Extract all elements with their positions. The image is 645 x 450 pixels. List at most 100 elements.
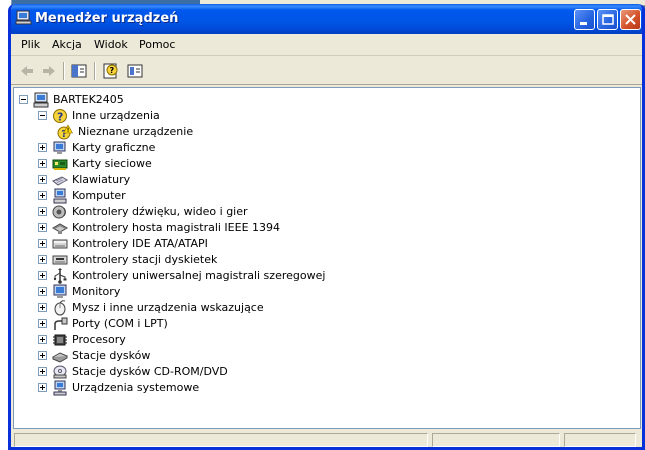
- tree-root-label: BARTEK2405: [53, 93, 124, 106]
- close-icon: [625, 14, 636, 25]
- expand-icon[interactable]: [38, 351, 47, 360]
- status-pane-2: [432, 433, 560, 447]
- expand-icon[interactable]: [38, 159, 47, 168]
- expand-icon[interactable]: [38, 383, 47, 392]
- device-tree-panel[interactable]: BARTEK2405 ? Inne urządzenia? Nieznane urz…: [13, 87, 641, 429]
- tree-category[interactable]: ? Inne urządzenia: [38, 108, 438, 124]
- tree-item-label: Kontrolery stacji dyskietek: [72, 253, 218, 266]
- toolbar-separator: [63, 62, 65, 80]
- maximize-icon: [602, 14, 614, 25]
- toolbar-separator: [94, 62, 96, 80]
- expand-icon[interactable]: [38, 287, 47, 296]
- sound-icon: [52, 205, 66, 219]
- tree-item-label: Karty sieciowe: [72, 157, 152, 170]
- close-button[interactable]: [620, 9, 641, 30]
- tree-category[interactable]: Stacje dysków: [38, 348, 438, 364]
- expand-icon[interactable]: [38, 319, 47, 328]
- tree-category[interactable]: Stacje dysków CD-ROM/DVD: [38, 364, 438, 380]
- tree-category[interactable]: Kontrolery IDE ATA/ATAPI: [38, 236, 438, 252]
- tree-category[interactable]: Karty sieciowe: [38, 156, 438, 172]
- tree-category[interactable]: Karty graficzne: [38, 140, 438, 156]
- keyboard-icon: [52, 176, 68, 186]
- tree-item-label: Kontrolery IDE ATA/ATAPI: [72, 237, 208, 250]
- svg-text:?: ?: [110, 66, 115, 75]
- tree-category[interactable]: Kontrolery dźwięku, wideo i gier: [38, 204, 438, 220]
- svg-text:?: ?: [57, 111, 63, 124]
- show-hide-tree-icon[interactable]: [69, 62, 89, 80]
- tree-item-label: Nieznane urządzenie: [78, 125, 194, 138]
- collapse-icon[interactable]: [19, 95, 28, 104]
- usb-icon: [53, 268, 67, 284]
- menu-bar: Plik Akcja Widok Pomoc: [11, 34, 642, 56]
- tree-category[interactable]: Komputer: [38, 188, 438, 204]
- tree-item-label: Klawiatury: [72, 173, 131, 186]
- system-devices-icon: [53, 380, 67, 396]
- tree-root[interactable]: BARTEK2405: [19, 92, 219, 108]
- floppy-controller-icon: [52, 255, 68, 265]
- menu-help[interactable]: Pomoc: [139, 38, 175, 51]
- expand-icon[interactable]: [38, 223, 47, 232]
- tree-category[interactable]: Kontrolery uniwersalnej magistrali szere…: [38, 268, 438, 284]
- tree-category[interactable]: Kontrolery stacji dyskietek: [38, 252, 438, 268]
- network-card-icon: [52, 159, 68, 170]
- toolbar: ?: [11, 57, 642, 85]
- minimize-button[interactable]: [574, 9, 595, 30]
- tree-category[interactable]: Porty (COM i LPT): [38, 316, 438, 332]
- tree-category[interactable]: Kontrolery hosta magistrali IEEE 1394: [38, 220, 438, 236]
- tree-category[interactable]: Urządzenia systemowe: [38, 380, 438, 396]
- tree-category[interactable]: Mysz i inne urządzenia wskazujące: [38, 300, 438, 316]
- warning-device-icon: ?: [57, 124, 73, 140]
- menu-file[interactable]: Plik: [21, 38, 40, 51]
- tree-item-label: Mysz i inne urządzenia wskazujące: [72, 301, 264, 314]
- expand-icon[interactable]: [38, 367, 47, 376]
- tree-item-label: Monitory: [72, 285, 121, 298]
- computer-icon: [53, 188, 67, 204]
- tree-item-label: Procesory: [72, 333, 126, 346]
- tree-category[interactable]: Klawiatury: [38, 172, 438, 188]
- tree-category[interactable]: Monitory: [38, 284, 438, 300]
- cdrom-icon: [53, 365, 67, 379]
- view-icon[interactable]: [125, 62, 145, 80]
- minimize-icon: [580, 22, 587, 25]
- window-title: Menedżer urządzeń: [35, 11, 179, 26]
- tree-child-item[interactable]: ? Nieznane urządzenie: [57, 124, 457, 140]
- status-bar: [11, 431, 642, 447]
- menu-view[interactable]: Widok: [94, 38, 128, 51]
- expand-icon[interactable]: [38, 255, 47, 264]
- expand-icon[interactable]: [38, 271, 47, 280]
- expand-icon[interactable]: [38, 143, 47, 152]
- expand-icon[interactable]: [38, 175, 47, 184]
- tree-item-label: Porty (COM i LPT): [72, 317, 168, 330]
- tree-item-label: Stacje dysków: [72, 349, 151, 362]
- ieee1394-icon: [52, 223, 68, 234]
- expand-icon[interactable]: [38, 303, 47, 312]
- tree-item-label: Kontrolery uniwersalnej magistrali szere…: [72, 269, 326, 282]
- monitor-icon: [53, 284, 67, 298]
- back-icon[interactable]: [17, 62, 37, 80]
- status-pane-main: [14, 433, 428, 447]
- expand-icon[interactable]: [38, 239, 47, 248]
- properties-icon[interactable]: ?: [101, 62, 121, 80]
- expand-icon[interactable]: [38, 207, 47, 216]
- tree-item-label: Kontrolery hosta magistrali IEEE 1394: [72, 221, 281, 234]
- tree-item-label: Stacje dysków CD-ROM/DVD: [72, 365, 228, 378]
- tree-item-label: Kontrolery dźwięku, wideo i gier: [72, 205, 248, 218]
- title-bar[interactable]: Menedżer urządzeń: [11, 4, 642, 34]
- expand-icon[interactable]: [38, 335, 47, 344]
- port-icon: [54, 317, 68, 330]
- disk-drive-icon: [52, 352, 68, 363]
- tree-item-label: Komputer: [72, 189, 126, 202]
- forward-icon[interactable]: [39, 62, 59, 80]
- maximize-button[interactable]: [597, 9, 618, 30]
- status-pane-3: [564, 433, 636, 447]
- processor-icon: [53, 334, 67, 346]
- tree-item-label: Karty graficzne: [72, 141, 156, 154]
- collapse-icon[interactable]: [38, 111, 47, 120]
- expand-icon[interactable]: [38, 191, 47, 200]
- mouse-icon: [54, 300, 66, 316]
- tree-item-label: Inne urządzenia: [72, 109, 160, 122]
- device-manager-icon: [15, 10, 32, 25]
- menu-action[interactable]: Akcja: [52, 38, 82, 51]
- display-adapter-icon: [53, 141, 66, 154]
- tree-category[interactable]: Procesory: [38, 332, 438, 348]
